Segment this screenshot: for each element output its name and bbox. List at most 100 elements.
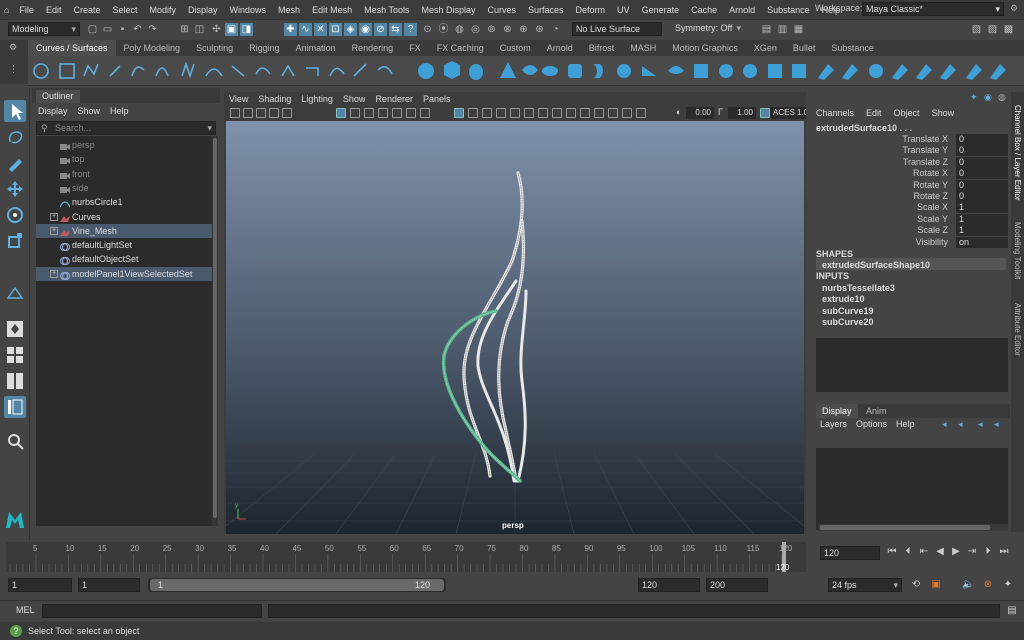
save-scene-icon[interactable]: ▪ xyxy=(116,23,129,36)
shelf-tab-bifrost[interactable]: Bifrost xyxy=(581,40,623,56)
wireframe-on-shaded-icon[interactable] xyxy=(468,108,478,118)
menu-edit-mesh[interactable]: Edit Mesh xyxy=(306,5,358,15)
input-node-extrude10[interactable]: extrude10 xyxy=(822,294,865,304)
xray-components-icon[interactable] xyxy=(622,108,632,118)
outliner-item-side[interactable]: side xyxy=(36,181,212,195)
go-to-start-icon[interactable]: ⏮ xyxy=(886,546,898,558)
menu-mesh-display[interactable]: Mesh Display xyxy=(415,5,481,15)
attr-value-field[interactable]: 1 xyxy=(956,202,1008,214)
expand-icon[interactable]: + xyxy=(50,226,58,235)
smooth-shade-icon[interactable] xyxy=(454,108,464,118)
object-name[interactable]: extrudedSurface10 . . . xyxy=(816,123,912,133)
textured-icon[interactable] xyxy=(482,108,492,118)
outliner-item-defaultlightset[interactable]: defaultLightSet xyxy=(36,238,212,252)
attr-label[interactable]: Rotate Y xyxy=(913,180,948,191)
input-node-subcurve19[interactable]: subCurve19 xyxy=(822,306,874,316)
workspace-lock-icon[interactable]: ⚙ xyxy=(1010,3,1018,14)
use-lights-icon[interactable] xyxy=(496,108,506,118)
fps-select[interactable]: 24 fps ▾ xyxy=(828,578,902,592)
outliner-tab[interactable]: Outliner xyxy=(36,90,80,103)
channel-box-pin-icon[interactable]: ✦ xyxy=(970,92,978,103)
outliner-item-nurbscircle1[interactable]: nurbsCircle1 xyxy=(36,195,212,209)
side-tab-attribute-editor[interactable]: Attribute Editor xyxy=(1011,294,1024,364)
sidebar-toggle-icon[interactable]: ▤ xyxy=(760,23,773,36)
outliner-layout-button[interactable] xyxy=(4,396,26,418)
outliner-item-modelpanel1viewselectedset[interactable]: + modelPanel1ViewSelectedSet xyxy=(36,266,212,281)
shelf-tab-bullet[interactable]: Bullet xyxy=(785,40,824,56)
outliner-menu-show[interactable]: Show xyxy=(72,104,105,118)
motion-blur-icon[interactable] xyxy=(538,108,548,118)
outliner-item-vine_mesh[interactable]: + Vine_Mesh xyxy=(36,223,212,238)
attr-label[interactable]: Rotate Z xyxy=(913,191,948,202)
viewport-menu-lighting[interactable]: Lighting xyxy=(296,92,338,106)
menu-create[interactable]: Create xyxy=(67,5,106,15)
select-hierarchy-icon[interactable]: ⊞ xyxy=(178,23,191,36)
time-slider[interactable]: 5 10 15 20 25 30 35 40 45 50 55 60 65 70 75 80 85 90 95 100… xyxy=(6,540,806,572)
attr-value-field[interactable]: on xyxy=(956,236,1008,248)
outliner-item-persp[interactable]: persp xyxy=(36,138,212,152)
shelf-menu-icon[interactable]: ⋮ xyxy=(9,64,18,75)
mel-label[interactable]: MEL xyxy=(16,605,35,615)
channel-box-toggle-icon[interactable]: ▩ xyxy=(1002,23,1015,36)
menu-mesh[interactable]: Mesh xyxy=(272,5,306,15)
shadows-icon[interactable] xyxy=(510,108,520,118)
attr-value-field[interactable]: 0 xyxy=(956,156,1008,168)
menu-generate[interactable]: Generate xyxy=(636,5,686,15)
redo-icon[interactable]: ↷ xyxy=(146,23,159,36)
render-current-icon[interactable]: ⊙ xyxy=(421,23,434,36)
depth-of-field-icon[interactable] xyxy=(566,108,576,118)
field-chart-icon[interactable] xyxy=(392,108,402,118)
workspace-select[interactable]: Maya Classic* ▾ xyxy=(862,2,1004,16)
select-object-icon[interactable]: ◫ xyxy=(193,23,206,36)
step-back-frame-icon[interactable]: ⏴ xyxy=(902,546,914,558)
xray-icon[interactable] xyxy=(594,108,604,118)
attr-label[interactable]: Visibility xyxy=(916,237,948,248)
chevron-down-icon[interactable]: ▾ xyxy=(207,122,212,134)
isolate-select-icon[interactable] xyxy=(580,108,590,118)
shape-name[interactable]: extrudedSurfaceShape10 xyxy=(822,260,930,270)
expand-icon[interactable]: + xyxy=(50,269,58,278)
expand-icon[interactable]: + xyxy=(50,212,58,221)
scale-tool-button[interactable] xyxy=(4,230,26,252)
select-component-icon[interactable]: ▣ xyxy=(225,23,238,36)
snap-projected-icon[interactable]: ⊡ xyxy=(329,23,342,36)
mel-input[interactable] xyxy=(42,604,262,618)
animation-start-field[interactable]: 1 xyxy=(8,578,72,592)
outliner-menu-display[interactable]: Display xyxy=(32,104,72,118)
attr-value-field[interactable]: 0 xyxy=(956,179,1008,191)
attr-label[interactable]: Rotate X xyxy=(913,168,948,179)
attr-value-field[interactable]: 0 xyxy=(956,168,1008,180)
outliner-menu-help[interactable]: Help xyxy=(104,104,133,118)
construction-icon[interactable]: ◔ xyxy=(549,23,562,36)
shelf-tab-substance[interactable]: Substance xyxy=(823,40,882,56)
attr-value-field[interactable]: 0 xyxy=(956,191,1008,202)
shelf-tab-custom[interactable]: Custom xyxy=(492,40,539,56)
side-tab-modeling-toolkit[interactable]: Modeling Toolkit xyxy=(1011,216,1024,286)
snap-together-icon[interactable]: ⊗ xyxy=(501,23,514,36)
camera-icon[interactable]: ⊕ xyxy=(517,23,530,36)
anti-aliasing-icon[interactable] xyxy=(552,108,562,118)
menu-uv[interactable]: UV xyxy=(611,5,636,15)
channel-menu-channels[interactable]: Channels xyxy=(810,106,860,120)
make-live-icon[interactable]: ◉ xyxy=(359,23,372,36)
move-layer-up-icon[interactable]: ◂ xyxy=(978,417,983,431)
menuset-select[interactable]: Modeling ▾ xyxy=(8,22,80,36)
wireframe-icon[interactable] xyxy=(420,108,430,118)
shelf-tab-fx-caching[interactable]: FX Caching xyxy=(429,40,492,56)
input-node-nurbstessellate3[interactable]: nurbsTessellate3 xyxy=(822,283,895,293)
outliner-scrollbar[interactable] xyxy=(212,136,218,526)
exposure-field[interactable]: 0.00 xyxy=(686,107,714,119)
step-forward-frame-icon[interactable]: ⏵ xyxy=(982,546,994,558)
shelf-tab-sculpting[interactable]: Sculpting xyxy=(188,40,241,56)
attr-label[interactable]: Translate Y xyxy=(902,145,948,156)
shelf-tab-arnold[interactable]: Arnold xyxy=(539,40,581,56)
outliner-item-front[interactable]: front xyxy=(36,167,212,181)
move-tool-button[interactable] xyxy=(4,178,26,200)
viewport-menu-show[interactable]: Show xyxy=(338,92,371,106)
menu-file[interactable]: File xyxy=(13,5,40,15)
shelf-tab-rigging[interactable]: Rigging xyxy=(241,40,288,56)
attr-value-field[interactable]: 1 xyxy=(956,213,1008,225)
playback-start-field[interactable]: 1 xyxy=(78,578,140,592)
shelf-tab-xgen[interactable]: XGen xyxy=(746,40,785,56)
attr-value-field[interactable]: 0 xyxy=(956,145,1008,157)
